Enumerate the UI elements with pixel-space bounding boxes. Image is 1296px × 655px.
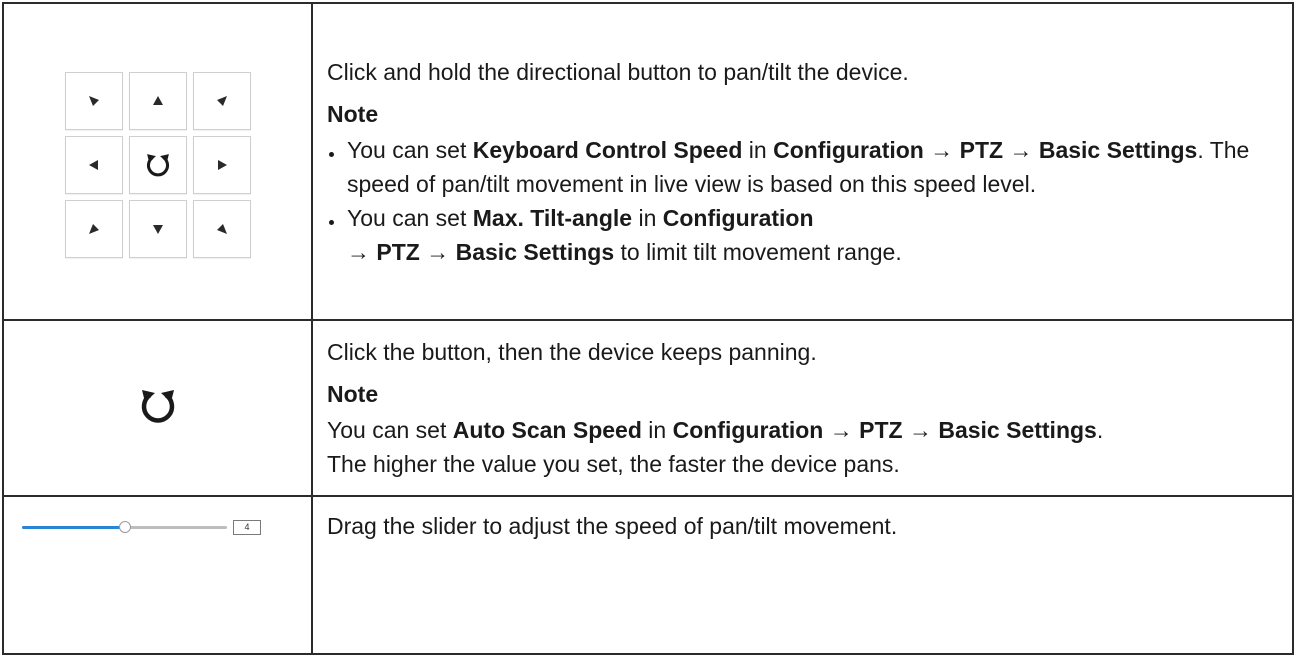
ptz-description-cell: Click and hold the directional button to… bbox=[311, 2, 1294, 321]
slider-thumb[interactable] bbox=[118, 521, 131, 533]
ptz-up-right-button[interactable] bbox=[192, 71, 251, 130]
bold-term: Keyboard Control Speed bbox=[472, 136, 743, 163]
arrow-right-icon bbox=[215, 158, 229, 172]
bold-term: → PTZ → Basic Settings bbox=[347, 238, 615, 265]
table-row: 4 Drag the slider to adjust the speed of… bbox=[2, 495, 1294, 655]
ptz-description: Click and hold the directional button to… bbox=[327, 58, 909, 85]
ptz-control-table: Click and hold the directional button to… bbox=[2, 2, 1294, 655]
table-row: Click the button, then the device keeps … bbox=[2, 319, 1294, 497]
bold-term: Configuration → PTZ → Basic Settings bbox=[672, 417, 1097, 443]
ptz-down-right-button[interactable] bbox=[192, 199, 251, 258]
note-heading: Note bbox=[327, 100, 379, 127]
bold-term: Auto Scan Speed bbox=[452, 417, 642, 443]
ptz-down-button[interactable] bbox=[128, 199, 187, 258]
ptz-direction-grid bbox=[64, 71, 251, 258]
note-heading: Note bbox=[327, 381, 379, 407]
arrow-left-icon bbox=[87, 158, 101, 172]
slider-value-box: 4 bbox=[233, 520, 261, 535]
arrow-down-right-icon bbox=[87, 94, 101, 108]
ptz-up-left-button[interactable] bbox=[64, 71, 123, 130]
ptz-icon-cell bbox=[2, 2, 313, 321]
ptz-auto-scan-button[interactable] bbox=[128, 135, 187, 194]
note-item: You can set Keyboard Control Speed in Co… bbox=[327, 133, 1278, 201]
ptz-down-left-button[interactable] bbox=[64, 199, 123, 258]
speed-slider[interactable]: 4 bbox=[22, 517, 272, 537]
auto-scan-icon bbox=[136, 389, 180, 430]
ptz-right-button[interactable] bbox=[192, 135, 251, 194]
arrow-up-right-icon bbox=[87, 222, 101, 236]
ptz-up-button[interactable] bbox=[128, 71, 187, 130]
arrow-up-left-icon bbox=[215, 222, 229, 236]
table-row: Click and hold the directional button to… bbox=[2, 2, 1294, 321]
note-item: You can set Max. Tilt-angle in Configura… bbox=[327, 201, 1278, 269]
note-list: You can set Keyboard Control Speed in Co… bbox=[327, 133, 1278, 269]
bold-term: Configuration → PTZ → Basic Settings bbox=[773, 136, 1198, 163]
slider-description: Drag the slider to adjust the speed of p… bbox=[327, 513, 898, 539]
slider-description-cell: Drag the slider to adjust the speed of p… bbox=[311, 495, 1294, 655]
auto-scan-note-text: You can set Auto Scan Speed in Configura… bbox=[327, 417, 1104, 477]
auto-scan-description-cell: Click the button, then the device keeps … bbox=[311, 319, 1294, 497]
arrow-up-icon bbox=[151, 94, 165, 108]
slider-fill bbox=[22, 526, 125, 529]
bold-term: Configuration bbox=[662, 204, 814, 231]
arrow-down-icon bbox=[151, 222, 165, 236]
auto-scan-description: Click the button, then the device keeps … bbox=[327, 339, 817, 365]
ptz-left-button[interactable] bbox=[64, 135, 123, 194]
bold-term: Max. Tilt-angle bbox=[472, 204, 633, 231]
arrow-down-left-icon bbox=[215, 94, 229, 108]
auto-scan-icon-cell bbox=[2, 319, 313, 497]
slider-icon-cell: 4 bbox=[2, 495, 313, 655]
rotate-icon bbox=[143, 151, 173, 179]
